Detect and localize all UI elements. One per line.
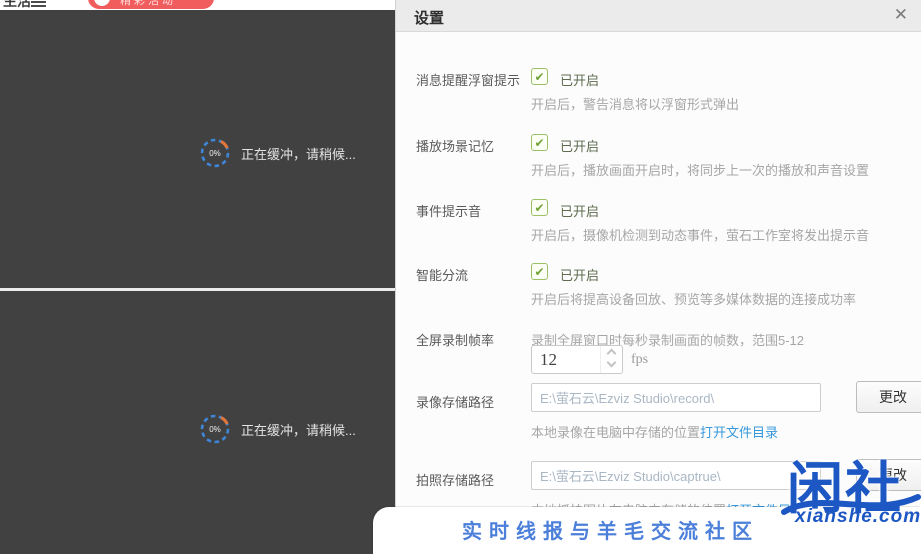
menu-icon[interactable] <box>31 1 46 9</box>
check-icon: ✔ <box>534 70 544 84</box>
bottom-toast <box>373 507 921 554</box>
video-grid: 0% 正在缓冲，请稍候... 0% 正在缓冲，请稍候... <box>0 10 395 554</box>
fps-stepper <box>531 345 623 374</box>
setting-description: 本地录像在电脑中存储的位置打开文件目录 <box>531 422 778 441</box>
settings-row-record-path: 录像存储路径 更改 本地录像在电脑中存储的位置打开文件目录 <box>416 383 916 443</box>
fps-input[interactable] <box>532 346 598 373</box>
open-folder-link[interactable]: 打开文件目录 <box>700 425 778 440</box>
setting-description: 开启后，警告消息将以浮窗形式弹出 <box>531 94 739 113</box>
promo-label: 精彩活动 <box>120 0 176 8</box>
chevron-down-icon[interactable] <box>607 358 617 368</box>
checkbox[interactable]: ✔ <box>531 199 548 216</box>
check-icon: ✔ <box>534 201 544 215</box>
settings-row-event-sound: 事件提示音 ✔ 已开启 开启后，摄像机检测到动态事件，萤石工作室将发出提示音 <box>416 199 916 259</box>
check-icon: ✔ <box>534 136 544 150</box>
setting-label: 全屏录制帧率 <box>416 330 494 349</box>
setting-label: 事件提示音 <box>416 201 481 220</box>
panel-divider <box>0 288 395 291</box>
settings-dialog: 设置 ✕ 消息提醒浮窗提示 ✔ 已开启 开启后，警告消息将以浮窗形式弹出 播放场… <box>395 0 921 554</box>
fps-unit-label: fps <box>631 352 648 368</box>
setting-label: 录像存储路径 <box>416 392 494 411</box>
setting-label: 播放场景记忆 <box>416 136 494 155</box>
buffer-text: 正在缓冲，请稍候... <box>241 144 356 163</box>
capture-path-input[interactable] <box>531 461 821 490</box>
app-window: 生活 精彩活动 0% 正在缓冲，请稍候... <box>0 0 921 554</box>
setting-description: 开启后，播放画面开启时，将同步上一次的播放和声音设置 <box>531 160 869 179</box>
description-text: 本地录像在电脑中存储的位置 <box>531 425 700 440</box>
close-icon[interactable]: ✕ <box>894 5 908 25</box>
checkbox[interactable]: ✔ <box>531 68 548 85</box>
buffer-percent: 0% <box>198 425 232 434</box>
tab-life[interactable]: 生活 <box>3 0 31 11</box>
checkbox[interactable]: ✔ <box>531 263 548 280</box>
checkbox-state: 已开启 <box>560 136 599 155</box>
settings-row-scene-memory: 播放场景记忆 ✔ 已开启 开启后，播放画面开启时，将同步上一次的播放和声音设置 <box>416 134 916 194</box>
top-bar: 生活 精彩活动 <box>0 0 395 10</box>
setting-label: 智能分流 <box>416 265 468 284</box>
setting-description: 开启后将提高设备回放、预览等多媒体数据的连接成功率 <box>531 289 856 308</box>
stepper-arrows[interactable] <box>600 346 622 373</box>
dialog-title: 设置 <box>414 7 444 28</box>
buffer-percent: 0% <box>198 149 232 158</box>
checkbox[interactable]: ✔ <box>531 134 548 151</box>
settings-row-record-fps: 全屏录制帧率 录制全屏窗口时每秒录制画面的帧数，范围5-12 fps <box>416 328 916 388</box>
promo-dot-icon <box>94 0 110 6</box>
setting-description: 开启后，摄像机检测到动态事件，萤石工作室将发出提示音 <box>531 225 869 244</box>
setting-label: 消息提醒浮窗提示 <box>416 70 520 89</box>
buffering-indicator-2: 0% 正在缓冲，请稍候... <box>198 412 356 446</box>
promo-banner-button[interactable]: 精彩活动 <box>88 0 214 9</box>
checkbox-state: 已开启 <box>560 70 599 89</box>
setting-label: 拍照存储路径 <box>416 470 494 489</box>
change-capture-path-button[interactable]: 更改 <box>856 459 921 491</box>
settings-header: 设置 ✕ <box>396 0 921 32</box>
record-path-input[interactable] <box>531 383 821 412</box>
check-icon: ✔ <box>534 265 544 279</box>
checkbox-state: 已开启 <box>560 201 599 220</box>
change-record-path-button[interactable]: 更改 <box>856 381 921 413</box>
settings-row-smart-stream: 智能分流 ✔ 已开启 开启后将提高设备回放、预览等多媒体数据的连接成功率 <box>416 263 916 323</box>
buffer-text: 正在缓冲，请稍候... <box>241 420 356 439</box>
loading-spinner-icon: 0% <box>198 136 232 170</box>
settings-row-float-alert: 消息提醒浮窗提示 ✔ 已开启 开启后，警告消息将以浮窗形式弹出 <box>416 68 916 128</box>
buffering-indicator-1: 0% 正在缓冲，请稍候... <box>198 136 356 170</box>
loading-spinner-icon: 0% <box>198 412 232 446</box>
checkbox-state: 已开启 <box>560 265 599 284</box>
